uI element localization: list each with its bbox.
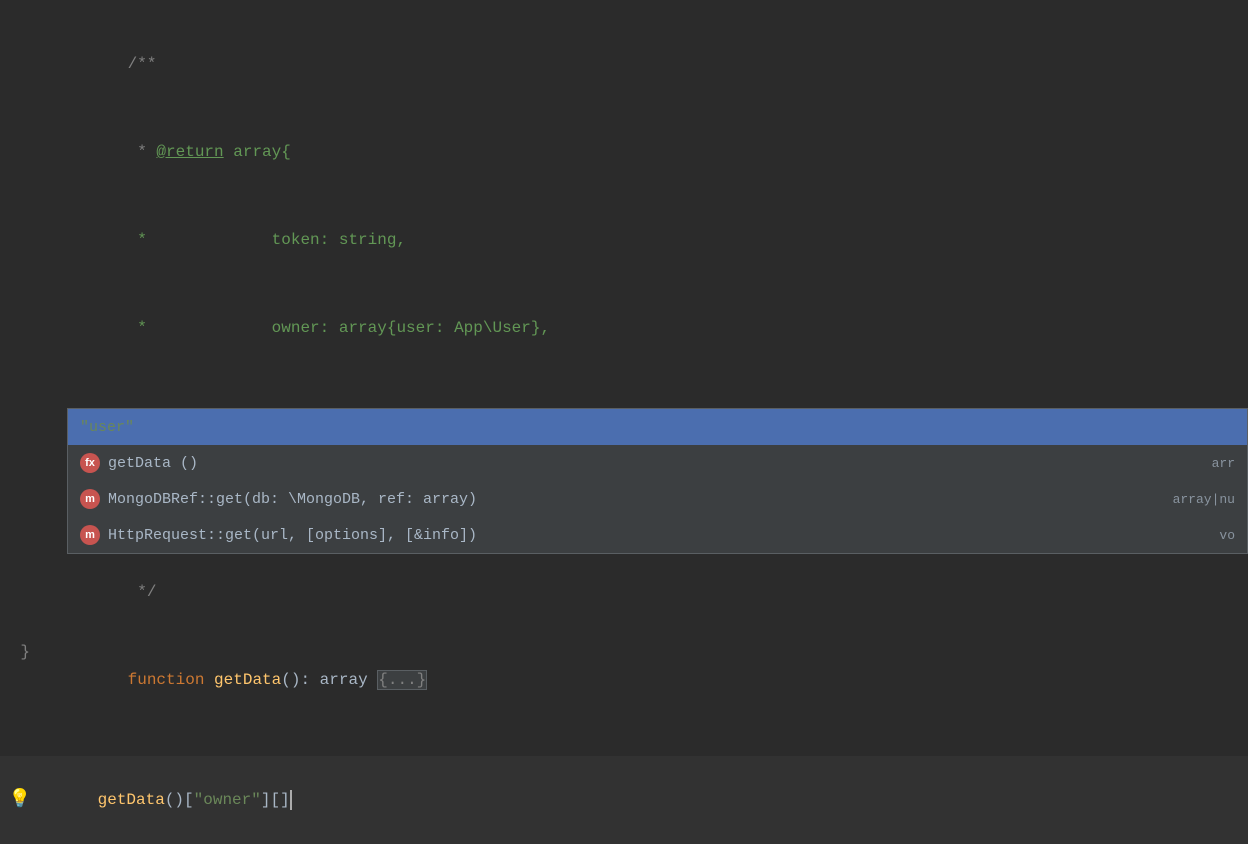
comment-close: */ (128, 583, 157, 601)
autocomplete-item-user-text: "user" (80, 419, 1235, 436)
getdata-call: getData (98, 791, 165, 809)
line-content-7: */ (40, 550, 1248, 634)
editor-container: /** * @return array{ * token: string, * … (0, 0, 1248, 624)
mongodbref-label: MongoDBRef::get(db: \MongoDB, ref: array… (108, 491, 477, 508)
call-parens: () (165, 791, 184, 809)
code-line-7: */ (0, 548, 1248, 636)
active-code-line-10[interactable]: 💡 getData()["owner"][] (0, 756, 1248, 844)
autocomplete-item-getdata[interactable]: fx getData () arr (68, 445, 1247, 481)
code-line-1: /** (0, 20, 1248, 108)
code-line-4: * owner: array{user: App\User}, (0, 284, 1248, 372)
lightbulb-symbol: 💡 (9, 786, 31, 814)
function-name-getdata: getData (214, 671, 281, 689)
lightbulb-icon[interactable]: 💡 (0, 786, 40, 814)
bracket-close-1: ] (261, 791, 271, 809)
line-gutter-8: } (0, 638, 40, 666)
autocomplete-item-mongodbref[interactable]: m MongoDBRef::get(db: \MongoDB, ref: arr… (68, 481, 1247, 517)
return-tag: @return (156, 143, 223, 161)
text-cursor (290, 790, 292, 810)
return-value: array{ (224, 143, 291, 161)
line-content-4: * owner: array{user: App\User}, (40, 286, 1248, 370)
collapsed-block: {...} (377, 670, 427, 690)
mongodbref-type-hint: array|nu (1173, 492, 1235, 507)
line-content-9 (40, 726, 1248, 754)
m-icon-mongodbref: m (80, 489, 100, 509)
comment-star-2: * (128, 143, 157, 161)
owner-string: "owner" (194, 791, 261, 809)
active-line-content: getData()["owner"][] (40, 758, 1248, 842)
line-content-1: /** (40, 22, 1248, 106)
getdata-type-hint: arr (1212, 456, 1235, 471)
autocomplete-item-getdata-text: getData () (108, 455, 1235, 472)
code-line-2: * @return array{ (0, 108, 1248, 196)
token-line: * token: string, (128, 231, 406, 249)
autocomplete-item-httprequest-text: HttpRequest::get(url, [options], [&info]… (108, 527, 1235, 544)
autocomplete-dropdown[interactable]: "user" fx getData () arr m MongoDBRef::g… (67, 408, 1248, 554)
httprequest-type-hint: vo (1219, 528, 1235, 543)
close-brace-indicator: } (20, 638, 30, 666)
parens: (): (281, 671, 319, 689)
return-type-array: array (320, 671, 378, 689)
getdata-label: getData () (108, 455, 198, 472)
bracket-close-2: ] (280, 791, 290, 809)
autocomplete-item-httprequest[interactable]: m HttpRequest::get(url, [options], [&inf… (68, 517, 1247, 553)
code-line-9 (0, 724, 1248, 756)
code-line-8: } function getData(): array {...} (0, 636, 1248, 724)
owner-line: * owner: array{user: App\User}, (128, 319, 550, 337)
code-line-3: * token: string, (0, 196, 1248, 284)
line-content-3: * token: string, (40, 198, 1248, 282)
function-keyword: function (128, 671, 214, 689)
comment-open: /** (128, 55, 157, 73)
bracket-open-2: [ (270, 791, 280, 809)
autocomplete-item-user[interactable]: "user" (68, 409, 1247, 445)
m-icon-httprequest: m (80, 525, 100, 545)
bracket-open-1: [ (184, 791, 194, 809)
collapsed-content: {...} (378, 671, 426, 689)
line-content-8: function getData(): array {...} (40, 638, 1248, 722)
autocomplete-item-mongodbref-text: MongoDBRef::get(db: \MongoDB, ref: array… (108, 491, 1235, 508)
httprequest-label: HttpRequest::get(url, [options], [&info]… (108, 527, 477, 544)
user-string-value: "user" (80, 419, 134, 436)
fx-icon: fx (80, 453, 100, 473)
line-content-2: * @return array{ (40, 110, 1248, 194)
